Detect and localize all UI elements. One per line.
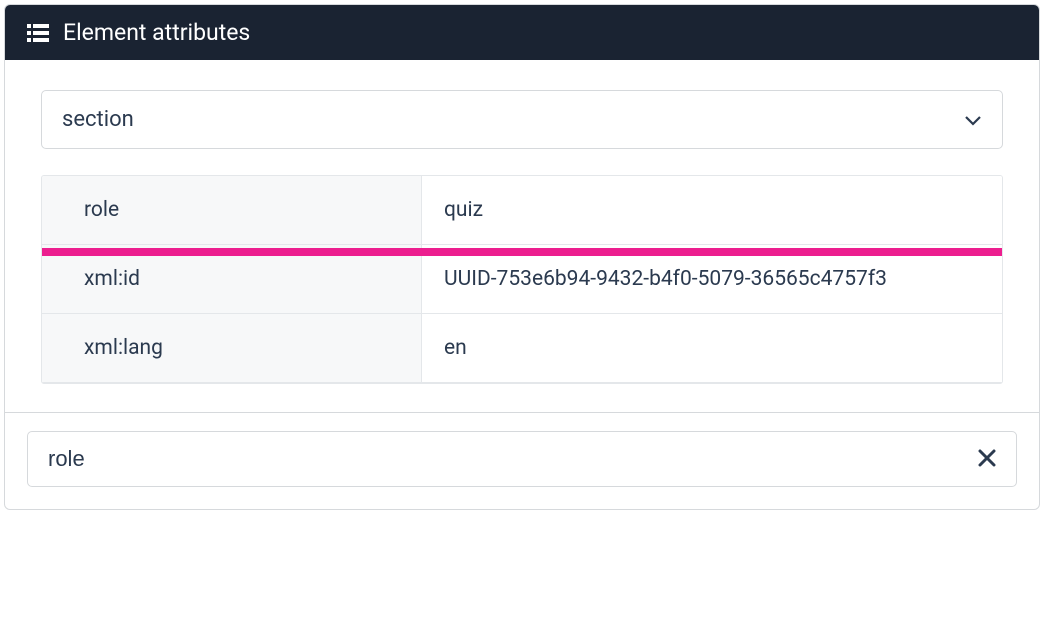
panel-body: section rolequizxml:idUUID-753e6b94-9432… [5, 60, 1039, 412]
attribute-key: role [42, 176, 422, 244]
filter-input[interactable] [48, 446, 978, 472]
element-select-wrap: section [41, 90, 1003, 149]
list-icon [27, 24, 49, 42]
element-select-value: section [62, 107, 134, 132]
element-attributes-panel: Element attributes section rolequizxml:i… [4, 4, 1040, 510]
attribute-key: xml:id [42, 245, 422, 313]
element-select[interactable]: section [41, 90, 1003, 149]
table-row[interactable]: xml:langen [42, 314, 1002, 383]
chevron-down-icon [964, 114, 982, 126]
attributes-table: rolequizxml:idUUID-753e6b94-9432-b4f0-50… [41, 175, 1003, 384]
table-row[interactable]: xml:idUUID-753e6b94-9432-b4f0-5079-36565… [42, 245, 1002, 314]
attribute-value: quiz [422, 176, 1002, 244]
clear-icon[interactable] [978, 446, 996, 472]
attribute-key: xml:lang [42, 314, 422, 382]
panel-footer [5, 413, 1039, 509]
attribute-value: en [422, 314, 1002, 382]
attribute-value: UUID-753e6b94-9432-b4f0-5079-36565c4757f… [422, 245, 1002, 313]
panel-title: Element attributes [63, 19, 250, 46]
filter-input-container[interactable] [27, 431, 1017, 487]
table-row[interactable]: rolequiz [42, 176, 1002, 245]
panel-header: Element attributes [5, 5, 1039, 60]
